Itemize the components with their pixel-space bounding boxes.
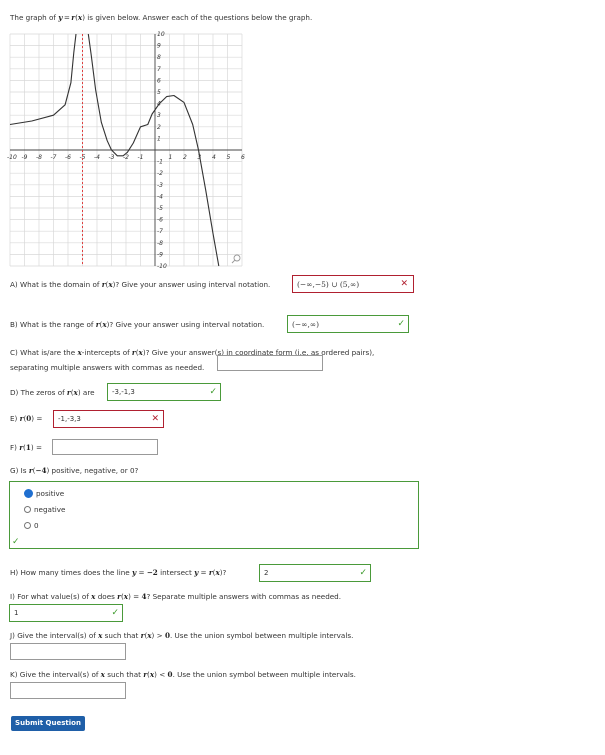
x-tick-label: 1 xyxy=(169,154,173,161)
x-tick-label: -1 xyxy=(138,154,144,161)
y-tick-label: 8 xyxy=(157,54,161,61)
curve-left-branch xyxy=(9,33,77,126)
radio-option-positive[interactable]: positive xyxy=(24,489,64,498)
y-tick-label: -3 xyxy=(157,182,163,189)
x-tick-label: 2 xyxy=(183,154,187,161)
y-tick-label: 6 xyxy=(157,77,161,84)
y-tick-label: -4 xyxy=(157,193,163,200)
x-tick-label: -8 xyxy=(36,154,42,161)
x-tick-label: -6 xyxy=(65,154,71,161)
incorrect-x-icon: ✕ xyxy=(400,279,408,289)
correct-check-icon: ✓ xyxy=(397,319,405,329)
question-e-label: E) r(0) = xyxy=(10,414,43,423)
question-f-label: F) r(1) = xyxy=(10,443,42,452)
question-c-input[interactable] xyxy=(217,355,323,371)
question-h-answer: 2 xyxy=(264,569,269,577)
question-b-answer-box[interactable]: (−∞,∞) ✓ xyxy=(287,315,409,333)
y-tick-label: -5 xyxy=(157,205,163,212)
y-tick-label: 3 xyxy=(157,112,161,119)
correct-check-icon: ✓ xyxy=(12,537,20,547)
correct-check-icon: ✓ xyxy=(359,568,367,578)
question-g-options-box: positive negative 0 ✓ xyxy=(9,481,419,549)
question-i-answer-box[interactable]: 1 ✓ xyxy=(9,604,123,622)
y-tick-label: 10 xyxy=(157,31,165,38)
y-tick-label: 7 xyxy=(157,66,161,73)
function-graph: -10 -9 -8 -7 -6 -5 -4 -3 -2 -1 1 2 3 4 5 610987654321-1… xyxy=(7,31,245,270)
magnifier-handle-icon xyxy=(231,259,236,264)
question-a-answer-box[interactable]: (−∞,−5) ∪ (5,∞) ✕ xyxy=(292,275,414,293)
question-b-label: B) What is the range of r(x)? Give your … xyxy=(10,320,265,329)
question-d-answer: -3,-1,3 xyxy=(112,388,135,396)
y-tick-label: 9 xyxy=(157,43,161,50)
correct-check-icon: ✓ xyxy=(111,608,119,618)
x-tick-label: 4 xyxy=(212,154,216,161)
question-a-label: A) What is the domain of r(x)? Give your… xyxy=(10,280,271,289)
radio-empty-icon xyxy=(24,506,31,513)
y-tick-label: -7 xyxy=(157,228,163,235)
y-tick-label: -6 xyxy=(157,217,163,224)
x-tick-label: -7 xyxy=(51,154,57,161)
question-e-answer: -1,-3,3 xyxy=(58,415,81,423)
x-tick-label: -10 xyxy=(7,154,17,161)
y-tick-label: -1 xyxy=(157,159,163,166)
radio-empty-icon xyxy=(24,522,31,529)
question-k-label: K) Give the interval(s) of x such that r… xyxy=(10,670,356,679)
magnifier-icon xyxy=(233,254,241,262)
x-tick-label: 6 xyxy=(241,154,245,161)
question-j-input[interactable] xyxy=(10,643,126,660)
question-d-label: D) The zeros of r(x) are xyxy=(10,388,95,397)
y-tick-label: -10 xyxy=(157,263,167,270)
x-tick-label: -9 xyxy=(22,154,28,161)
incorrect-x-icon: ✕ xyxy=(151,414,159,424)
y-tick-label: 1 xyxy=(157,135,161,142)
radio-option-negative[interactable]: negative xyxy=(24,505,65,514)
x-tick-label: 5 xyxy=(227,154,231,161)
correct-check-icon: ✓ xyxy=(209,387,217,397)
question-i-answer: 1 xyxy=(14,609,19,617)
question-e-answer-box[interactable]: -1,-3,3 ✕ xyxy=(53,410,164,428)
radio-option-label: negative xyxy=(34,505,66,514)
y-tick-label: -9 xyxy=(157,251,163,258)
question-g-label: G) Is r(−4) positive, negative, or 0? xyxy=(10,466,139,475)
question-f-input[interactable] xyxy=(52,439,158,455)
question-j-label: J) Give the interval(s) of x such that r… xyxy=(10,631,354,640)
radio-option-zero[interactable]: 0 xyxy=(24,521,39,530)
question-b-answer: (−∞,∞) xyxy=(292,319,320,329)
x-tick-label: -3 xyxy=(109,154,115,161)
question-d-answer-box[interactable]: -3,-1,3 ✓ xyxy=(107,383,221,401)
submit-question-button[interactable]: Submit Question xyxy=(11,716,85,731)
y-tick-label: -8 xyxy=(157,240,163,247)
question-k-input[interactable] xyxy=(10,682,126,699)
radio-option-label: positive xyxy=(36,489,65,498)
question-h-label: H) How many times does the line y = −2 i… xyxy=(10,568,227,577)
question-a-answer: (−∞,−5) ∪ (5,∞) xyxy=(297,279,360,289)
y-tick-label: 2 xyxy=(157,124,161,131)
question-h-answer-box[interactable]: 2 ✓ xyxy=(259,564,371,582)
x-tick-label: -4 xyxy=(94,154,100,161)
radio-selected-icon xyxy=(24,489,33,498)
y-tick-label: 5 xyxy=(157,89,161,96)
question-i-label: I) For what value(s) of x does r(x) = 4?… xyxy=(10,592,342,601)
radio-option-label: 0 xyxy=(34,521,39,530)
y-tick-label: -2 xyxy=(157,170,163,177)
